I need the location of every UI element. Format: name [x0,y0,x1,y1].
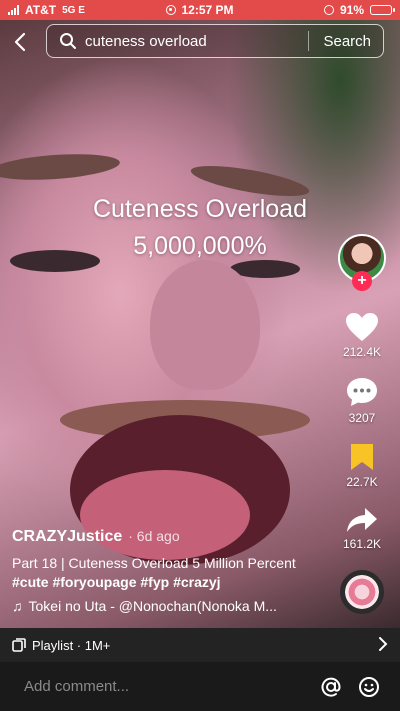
comment-count: 3207 [348,411,376,425]
sound-title: Tokei no Uta - @Nonochan(Nonoka M... [28,598,277,614]
carrier-label: AT&T [25,3,57,17]
like-button[interactable]: 212.4K [332,312,392,359]
network-label: 5G E [62,4,85,16]
music-note-icon: ♫ [12,598,23,614]
back-button[interactable] [0,24,40,60]
follow-button[interactable]: + [352,271,372,291]
top-bar: cuteness overload Search [0,24,400,60]
emoji-icon[interactable] [358,676,380,698]
playlist-icon [12,638,26,652]
search-button[interactable]: Search [309,33,383,50]
battery-percent: 91% [339,3,364,17]
hashtag[interactable]: #cute [12,574,49,590]
comment-input[interactable]: Add comment... [24,678,320,695]
screen-lock-icon [323,5,334,15]
hashtag[interactable]: #fyp [140,574,169,590]
nose [150,260,260,390]
heart-icon [346,313,378,341]
comment-icon [347,378,377,406]
playlist-bar[interactable]: Playlist · 1M+ [0,628,400,662]
video-caption: CRAZYJustice · 6d ago Part 18 | Cuteness… [12,528,312,614]
status-bar: AT&T 5G E 12:57 PM 91% [0,0,400,20]
video-overlay-title: Cuteness Overload [92,195,307,223]
chevron-right-icon [379,637,388,651]
hashtag[interactable]: #foryoupage [52,574,136,590]
share-count: 161.2K [342,537,382,551]
caption-text: Part 18 | Cuteness Overload 5 Million Pe… [12,554,312,592]
share-button[interactable]: 161.2K [332,506,392,551]
chevron-left-icon [14,32,26,52]
search-input[interactable]: cuteness overload [85,33,308,50]
clock: 12:57 PM [181,3,234,17]
hashtag[interactable]: #crazyj [173,574,220,590]
recording-icon [166,5,177,15]
playlist-label: Playlist · 1M+ [32,637,111,653]
like-count: 212.4K [342,345,382,359]
favorite-count: 22.7K [346,475,378,489]
author-name[interactable]: CRAZYJustice [12,528,122,546]
search-field[interactable]: cuteness overload Search [46,24,384,58]
search-icon [59,32,77,50]
favorite-button[interactable]: 22.7K [332,442,392,489]
bookmark-icon [351,444,373,470]
comment-bar: Add comment... [0,662,400,711]
left-eyebrow [0,150,121,184]
caption-description: Part 18 | Cuteness Overload 5 Million Pe… [12,555,296,571]
battery-icon [370,5,395,15]
post-time: · 6d ago [128,528,180,544]
comment-button[interactable]: 3207 [332,376,392,425]
sound-link[interactable]: ♫ Tokei no Uta - @Nonochan(Nonoka M... [12,598,312,614]
music-disc[interactable] [340,570,384,614]
mention-icon[interactable] [320,676,342,698]
share-icon [347,508,377,532]
signal-icon [8,5,19,15]
creator-avatar-group[interactable]: + [338,234,386,291]
